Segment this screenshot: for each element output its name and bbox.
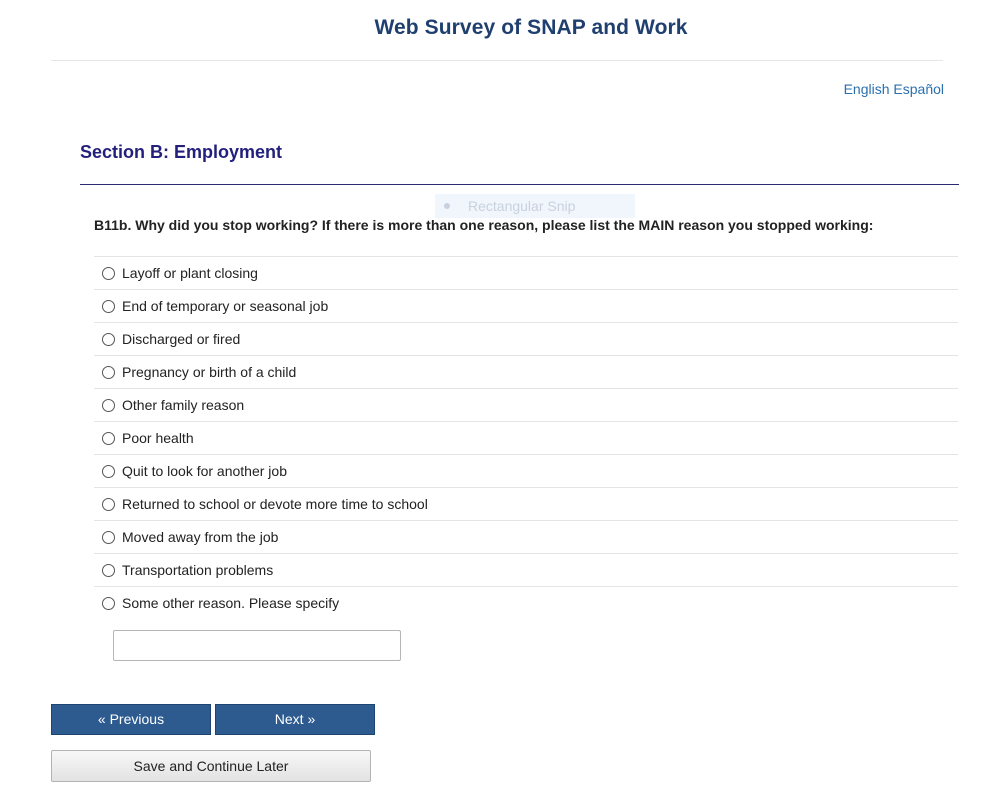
previous-button[interactable]: « Previous — [51, 704, 211, 735]
next-button[interactable]: Next » — [215, 704, 375, 735]
answer-option-school[interactable]: Returned to school or devote more time t… — [94, 487, 958, 520]
radio-button[interactable] — [102, 563, 115, 577]
rectangular-snip-overlay: Rectangular Snip — [435, 194, 635, 218]
language-spanish-link[interactable]: Español — [893, 81, 944, 97]
answer-option-label: Discharged or fired — [122, 331, 241, 347]
section-title: Section B: Employment — [80, 142, 283, 162]
answer-option-moved-away[interactable]: Moved away from the job — [94, 520, 958, 553]
answer-option-label: Other family reason — [122, 397, 245, 413]
radio-button[interactable] — [102, 530, 115, 544]
answer-option-poor-health[interactable]: Poor health — [94, 421, 958, 454]
title-divider — [51, 60, 943, 61]
radio-button[interactable] — [102, 497, 115, 511]
answer-options: Layoff or plant closing End of temporary… — [94, 256, 958, 619]
answer-option-label: Moved away from the job — [122, 529, 279, 545]
answer-option-end-temporary-job[interactable]: End of temporary or seasonal job — [94, 289, 958, 322]
survey-title: Web Survey of SNAP and Work — [374, 16, 688, 39]
section-divider — [80, 184, 959, 185]
radio-button[interactable] — [102, 596, 115, 610]
answer-option-other-reason[interactable]: Some other reason. Please specify — [94, 586, 958, 619]
answer-option-label: End of temporary or seasonal job — [122, 298, 329, 314]
answer-option-discharged[interactable]: Discharged or fired — [94, 322, 958, 355]
answer-option-family-reason[interactable]: Other family reason — [94, 388, 958, 421]
radio-button[interactable] — [102, 299, 115, 313]
language-switcher: English Español — [844, 81, 944, 97]
answer-option-quit-for-job[interactable]: Quit to look for another job — [94, 454, 958, 487]
answer-option-label: Quit to look for another job — [122, 463, 287, 479]
answer-option-label: Layoff or plant closing — [122, 265, 258, 281]
answer-option-label: Pregnancy or birth of a child — [122, 364, 297, 380]
answer-option-pregnancy[interactable]: Pregnancy or birth of a child — [94, 355, 958, 388]
other-reason-specify-input[interactable] — [113, 630, 401, 661]
radio-button[interactable] — [102, 365, 115, 379]
radio-button[interactable] — [102, 266, 115, 280]
radio-button[interactable] — [102, 464, 115, 478]
answer-option-label: Some other reason. Please specify — [122, 595, 340, 611]
radio-button[interactable] — [102, 398, 115, 412]
language-english-link[interactable]: English — [844, 81, 890, 97]
survey-page: Web Survey of SNAP and Work English Espa… — [0, 0, 1007, 794]
answer-option-label: Poor health — [122, 430, 194, 446]
answer-option-label: Transportation problems — [122, 562, 274, 578]
radio-button[interactable] — [102, 332, 115, 346]
save-and-continue-later-button[interactable]: Save and Continue Later — [51, 750, 371, 782]
answer-option-layoff[interactable]: Layoff or plant closing — [94, 256, 958, 289]
question-text: B11b. Why did you stop working? If there… — [94, 217, 874, 233]
answer-option-label: Returned to school or devote more time t… — [122, 496, 428, 512]
radio-button[interactable] — [102, 431, 115, 445]
snip-label: Rectangular Snip — [468, 198, 576, 214]
answer-option-transportation[interactable]: Transportation problems — [94, 553, 958, 586]
snip-icon — [444, 203, 450, 209]
